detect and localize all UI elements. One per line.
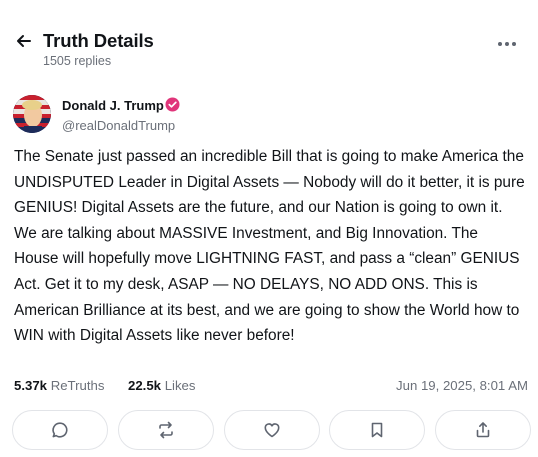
retruths-label: ReTruths [50, 378, 105, 393]
retruth-icon [159, 421, 173, 439]
author-name[interactable]: Donald J. Trump [62, 98, 164, 113]
like-icon [264, 423, 280, 438]
more-options-button[interactable] [496, 36, 518, 46]
reply-icon [52, 422, 68, 438]
ellipsis-icon [498, 42, 516, 46]
arrow-left-icon [17, 35, 31, 47]
back-button[interactable] [14, 31, 34, 51]
avatar[interactable] [13, 95, 51, 133]
retruths-count: 5.37k [14, 378, 48, 393]
likes-count: 22.5k [128, 378, 162, 393]
retruths-stat[interactable]: 5.37k ReTruths [14, 378, 104, 393]
likes-label: Likes [164, 378, 196, 393]
like-button[interactable] [224, 410, 320, 450]
author-handle[interactable]: @realDonaldTrump [62, 118, 175, 133]
avatar-image [13, 95, 51, 133]
page-title: Truth Details [43, 30, 154, 51]
post-timestamp: Jun 19, 2025, 8:01 AM [396, 378, 528, 393]
post-text: The Senate just passed an incredible Bil… [14, 148, 525, 345]
share-button[interactable] [435, 410, 531, 450]
likes-stat[interactable]: 22.5k Likes [128, 378, 195, 393]
reply-count: 1505 replies [43, 54, 112, 68]
bookmark-button[interactable] [329, 410, 425, 450]
reply-button[interactable] [12, 410, 108, 450]
page-header: Truth Details 1505 replies [14, 28, 524, 72]
verified-badge-icon [165, 97, 180, 112]
retruth-button[interactable] [118, 410, 214, 450]
post-stats: 5.37k ReTruths 22.5k Likes Jun 19, 2025,… [14, 378, 528, 396]
bookmark-icon [371, 422, 383, 438]
share-icon [476, 422, 490, 438]
action-bar [12, 410, 531, 450]
